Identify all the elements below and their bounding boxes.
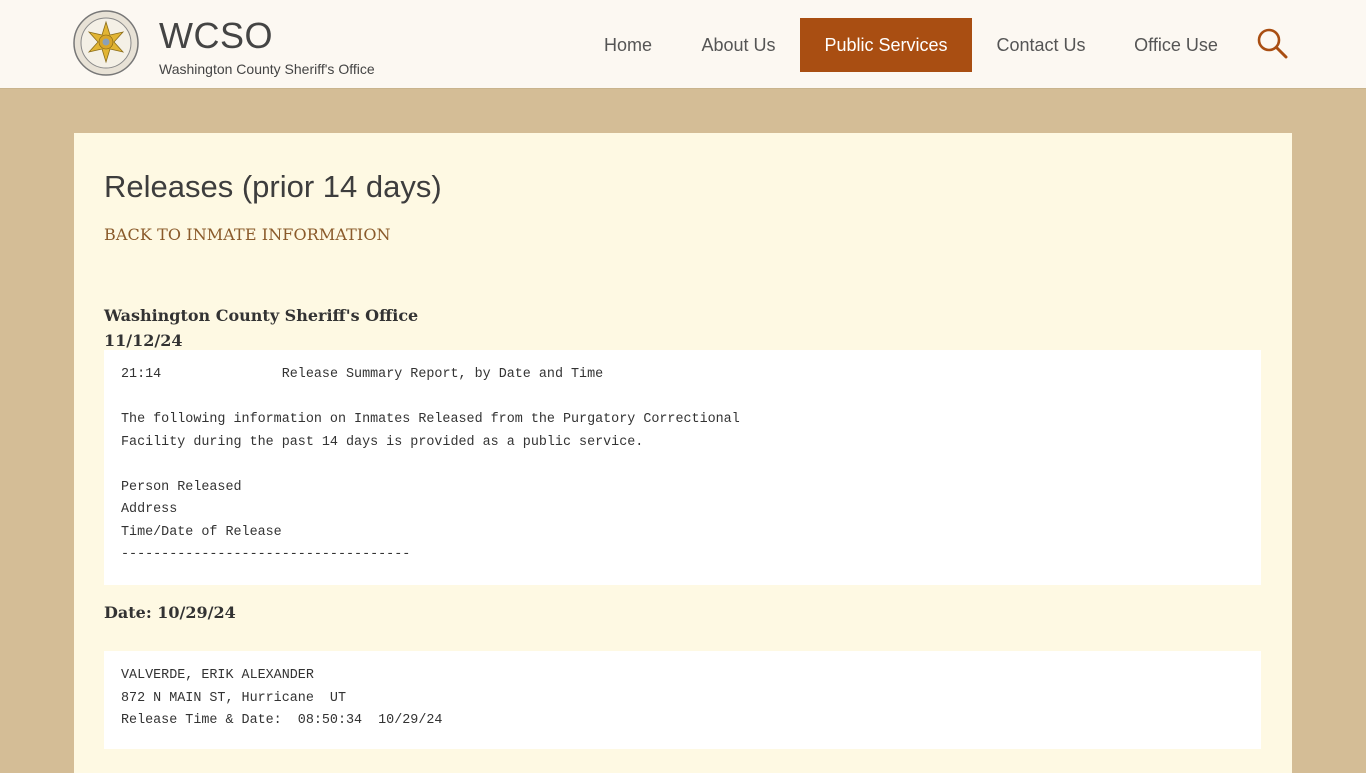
org-heading: Washington County Sheriff's Office 11/12…: [104, 303, 418, 353]
search-icon[interactable]: [1256, 27, 1288, 59]
date-group-heading: Date: 10/29/24: [104, 603, 236, 622]
legend-time: Time/Date of Release: [121, 524, 282, 540]
org-name: Washington County Sheriff's Office: [104, 306, 419, 325]
page-title: Releases (prior 14 days): [104, 169, 442, 204]
content-card: Releases (prior 14 days) BACK TO INMATE …: [74, 133, 1292, 773]
release-time-date: Release Time & Date: 08:50:34 10/29/24: [121, 713, 443, 728]
site-header: WCSO Washington County Sheriff's Office …: [0, 0, 1366, 89]
sheriff-badge-logo[interactable]: [73, 10, 139, 76]
report-title: Release Summary Report, by Date and Time: [281, 367, 604, 382]
report-header-box: 21:14 Release Summary Report, by Date an…: [104, 350, 1261, 585]
report-time-title-line: 21:14 Release Summary Report, by Date an…: [121, 364, 1244, 387]
intro-line-2: Facility during the past 14 days is prov…: [121, 434, 644, 450]
nav-contact-us[interactable]: Contact Us: [972, 18, 1110, 72]
report-time: 21:14: [121, 367, 162, 382]
intro-line-1: The following information on Inmates Rel…: [121, 412, 740, 427]
back-to-inmate-info-link[interactable]: BACK TO INMATE INFORMATION: [104, 225, 391, 244]
nav-office-use[interactable]: Office Use: [1110, 18, 1242, 72]
legend-address: Address: [121, 502, 178, 517]
legend-person: Person Released: [121, 479, 242, 495]
release-address: 872 N MAIN ST, Hurricane UT: [121, 690, 346, 706]
nav-about-us[interactable]: About Us: [677, 18, 800, 72]
legend-divider: ------------------------------------: [121, 547, 411, 562]
release-name: VALVERDE, ERIK ALEXANDER: [121, 668, 314, 683]
site-subtitle: Washington County Sheriff's Office: [159, 61, 375, 77]
release-entry: VALVERDE, ERIK ALEXANDER 872 N MAIN ST, H…: [104, 651, 1261, 749]
nav-home[interactable]: Home: [579, 18, 677, 72]
site-title[interactable]: WCSO: [159, 15, 273, 57]
nav-public-services[interactable]: Public Services: [800, 18, 972, 72]
